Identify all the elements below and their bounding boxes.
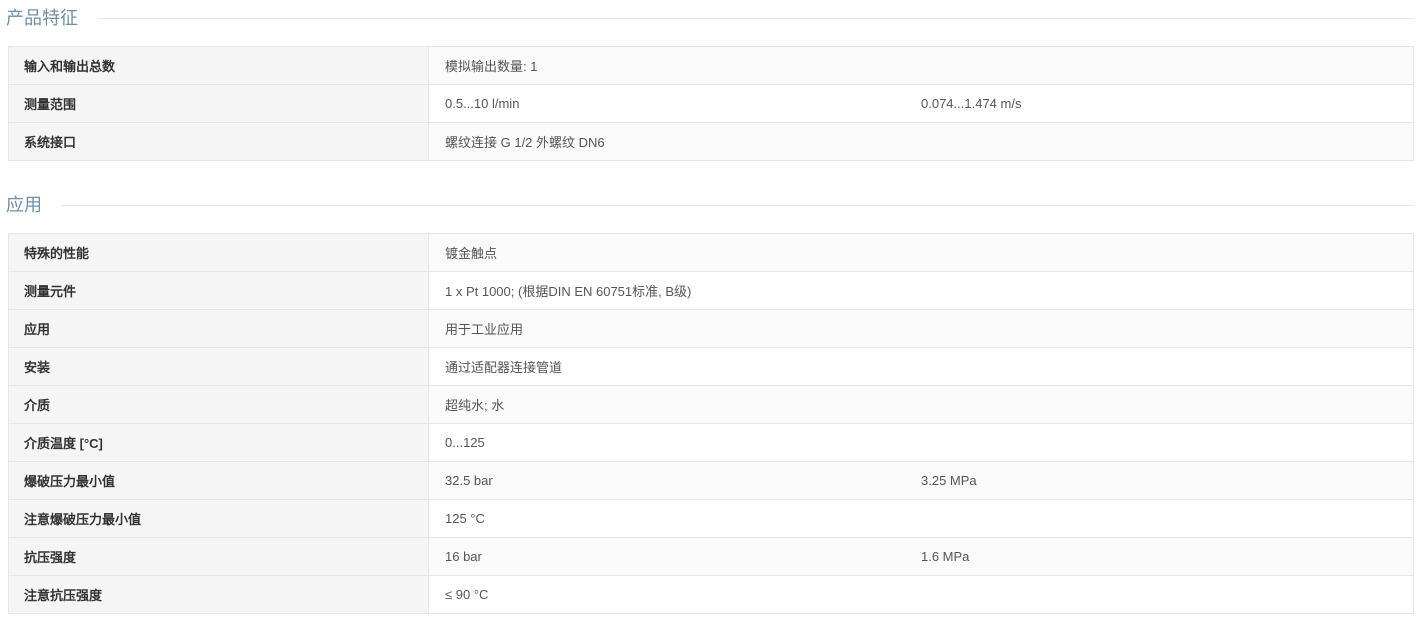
spec-value-cell: 螺纹连接 G 1/2 外螺纹 DN6 bbox=[429, 123, 1413, 160]
spec-value-cell: 用于工业应用 bbox=[429, 310, 1413, 347]
spec-row-pressure-rating-note: 注意抗压强度 ≤ 90 °C bbox=[9, 576, 1413, 614]
spec-value-secondary: 1.6 MPa bbox=[921, 549, 970, 564]
spec-value: 125 °C bbox=[445, 511, 485, 526]
spec-value-cell: 16 bar 1.6 MPa bbox=[429, 538, 1413, 575]
spec-value: 镀金触点 bbox=[445, 246, 498, 261]
spec-value: 32.5 bar bbox=[445, 473, 493, 488]
spec-value-cell: 超纯水; 水 bbox=[429, 386, 1413, 423]
section-divider bbox=[98, 17, 1414, 19]
spec-row-measuring-range: 测量范围 0.5...10 l/min 0.074...1.474 m/s bbox=[9, 85, 1413, 123]
spec-value: ≤ 90 °C bbox=[445, 587, 489, 602]
spec-row-application: 应用 用于工业应用 bbox=[9, 310, 1413, 348]
spec-label: 注意爆破压力最小值 bbox=[9, 500, 429, 537]
spec-value-cell: 125 °C bbox=[429, 500, 1413, 537]
spec-value-secondary: 0.074...1.474 m/s bbox=[921, 96, 1022, 111]
section-heading: 产品特征 bbox=[6, 0, 1414, 36]
spec-label: 安装 bbox=[9, 348, 429, 385]
spec-label: 注意抗压强度 bbox=[9, 576, 429, 613]
spec-label: 介质 bbox=[9, 386, 429, 423]
spec-value-cell: 1 x Pt 1000; (根据DIN EN 60751标准, B级) bbox=[429, 272, 1413, 309]
spec-row-burst-pressure-note: 注意爆破压力最小值 125 °C bbox=[9, 500, 1413, 538]
spec-row-special-feature: 特殊的性能 镀金触点 bbox=[9, 234, 1413, 272]
spec-row-pressure-rating: 抗压强度 16 bar 1.6 MPa bbox=[9, 538, 1413, 576]
spec-value: 1 x Pt 1000; (根据DIN EN 60751标准, B级) bbox=[445, 284, 692, 299]
section-title: 应用 bbox=[6, 195, 42, 215]
spec-value-secondary: 3.25 MPa bbox=[921, 473, 977, 488]
spec-row-process-connection: 系统接口 螺纹连接 G 1/2 外螺纹 DN6 bbox=[9, 123, 1413, 161]
spec-value: 16 bar bbox=[445, 549, 482, 564]
spec-value: 0.5...10 l/min bbox=[445, 96, 520, 111]
spec-value-cell: 0.5...10 l/min 0.074...1.474 m/s bbox=[429, 85, 1413, 122]
spec-row-measuring-element: 测量元件 1 x Pt 1000; (根据DIN EN 60751标准, B级) bbox=[9, 272, 1413, 310]
spec-value: 螺纹连接 G 1/2 外螺纹 DN6 bbox=[445, 135, 605, 150]
spec-value: 0...125 bbox=[445, 435, 485, 450]
spec-label: 输入和输出总数 bbox=[9, 47, 429, 84]
spec-label: 特殊的性能 bbox=[9, 234, 429, 271]
spec-label: 抗压强度 bbox=[9, 538, 429, 575]
spec-value: 通过适配器连接管道 bbox=[445, 360, 563, 375]
spec-label: 测量元件 bbox=[9, 272, 429, 309]
spec-value: 超纯水; 水 bbox=[445, 398, 505, 413]
spec-label: 爆破压力最小值 bbox=[9, 462, 429, 499]
section-title: 产品特征 bbox=[6, 8, 78, 28]
spec-row-io-total: 输入和输出总数 模拟输出数量: 1 bbox=[9, 47, 1413, 85]
spec-value: 用于工业应用 bbox=[445, 322, 524, 337]
spec-value-cell: 模拟输出数量: 1 bbox=[429, 47, 1413, 84]
spec-table: 输入和输出总数 模拟输出数量: 1 测量范围 0.5...10 l/min 0.… bbox=[8, 46, 1414, 161]
spec-value-cell: 镀金触点 bbox=[429, 234, 1413, 271]
spec-row-medium-temperature: 介质温度 [°C] 0...125 bbox=[9, 424, 1413, 462]
spec-table: 特殊的性能 镀金触点 测量元件 1 x Pt 1000; (根据DIN EN 6… bbox=[8, 233, 1414, 614]
spec-row-installation: 安装 通过适配器连接管道 bbox=[9, 348, 1413, 386]
section-divider bbox=[62, 204, 1414, 206]
spec-value-cell: ≤ 90 °C bbox=[429, 576, 1413, 613]
spec-label: 应用 bbox=[9, 310, 429, 347]
section-application: 应用 特殊的性能 镀金触点 测量元件 1 x Pt 1000; (根据DIN E… bbox=[0, 187, 1422, 614]
section-heading: 应用 bbox=[6, 187, 1414, 223]
spec-label: 系统接口 bbox=[9, 123, 429, 160]
spec-value-cell: 通过适配器连接管道 bbox=[429, 348, 1413, 385]
spec-value: 模拟输出数量: 1 bbox=[445, 59, 538, 74]
section-product-features: 产品特征 输入和输出总数 模拟输出数量: 1 测量范围 0.5...10 l/m… bbox=[0, 0, 1422, 161]
spec-value-cell: 0...125 bbox=[429, 424, 1413, 461]
spec-label: 测量范围 bbox=[9, 85, 429, 122]
spec-row-medium: 介质 超纯水; 水 bbox=[9, 386, 1413, 424]
spec-row-burst-pressure-min: 爆破压力最小值 32.5 bar 3.25 MPa bbox=[9, 462, 1413, 500]
spec-label: 介质温度 [°C] bbox=[9, 424, 429, 461]
spec-value-cell: 32.5 bar 3.25 MPa bbox=[429, 462, 1413, 499]
